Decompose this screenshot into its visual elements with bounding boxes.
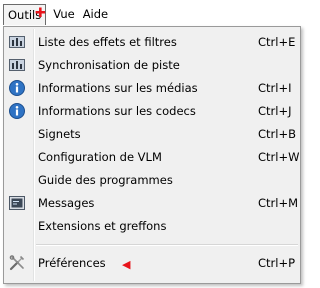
red-arrow-marker: ◀ — [122, 258, 131, 271]
menu-item-shortcut: Ctrl+M — [258, 196, 299, 210]
equalizer-icon — [9, 57, 25, 73]
menu-item-shortcut: Ctrl+B — [258, 127, 296, 141]
terminal-icon — [9, 195, 25, 211]
red-arrow-marker: ✚ — [35, 6, 46, 21]
menu-item-effects-filters[interactable]: Liste des effets et filtres Ctrl+E — [6, 31, 298, 53]
menu-item-extensions[interactable]: Extensions et greffons — [6, 215, 298, 237]
menu-item-label: Préférences — [38, 256, 106, 270]
menu-item-shortcut: Ctrl+E — [258, 35, 296, 49]
info-icon — [9, 103, 25, 119]
menu-item-shortcut: Ctrl+P — [258, 256, 296, 270]
equalizer-icon — [9, 34, 25, 50]
menu-item-label: Extensions et greffons — [38, 219, 167, 233]
menu-separator — [36, 244, 298, 246]
menu-item-label: Informations sur les codecs — [38, 104, 196, 118]
menu-item-program-guide[interactable]: Guide des programmes — [6, 169, 298, 191]
menu-item-shortcut: Ctrl+W — [258, 150, 300, 164]
menu-item-label: Synchronisation de piste — [38, 58, 180, 72]
menu-item-media-info[interactable]: Informations sur les médias Ctrl+I — [6, 77, 298, 99]
menu-item-vlm-config[interactable]: Configuration de VLM Ctrl+W — [6, 146, 300, 168]
info-icon — [9, 80, 25, 96]
outils-dropdown-menu: Liste des effets et filtres Ctrl+E Synch… — [3, 26, 301, 284]
menu-aide[interactable]: Aide — [81, 4, 114, 24]
menu-item-codec-info[interactable]: Informations sur les codecs Ctrl+J — [6, 100, 298, 122]
menu-item-label: Liste des effets et filtres — [38, 35, 177, 49]
menu-item-bookmarks[interactable]: Signets Ctrl+B — [6, 123, 298, 145]
menu-item-label: Messages — [38, 196, 95, 210]
menu-item-messages[interactable]: Messages Ctrl+M — [6, 192, 298, 214]
menu-item-shortcut: Ctrl+I — [258, 81, 292, 95]
menu-item-label: Configuration de VLM — [38, 150, 162, 164]
tools-icon — [9, 255, 25, 271]
menu-item-shortcut: Ctrl+J — [258, 104, 292, 118]
menu-vue[interactable]: Vue — [46, 4, 80, 24]
menu-item-preferences[interactable]: Préférences ◀ Ctrl+P — [6, 252, 298, 274]
menu-bar: Outils Vue Aide ✚ — [0, 0, 305, 27]
menu-item-label: Informations sur les médias — [38, 81, 198, 95]
menu-item-label: Signets — [38, 127, 81, 141]
menu-bar-items: Outils Vue Aide — [3, 3, 114, 25]
menu-item-track-sync[interactable]: Synchronisation de piste — [6, 54, 298, 76]
menu-item-label: Guide des programmes — [38, 173, 173, 187]
